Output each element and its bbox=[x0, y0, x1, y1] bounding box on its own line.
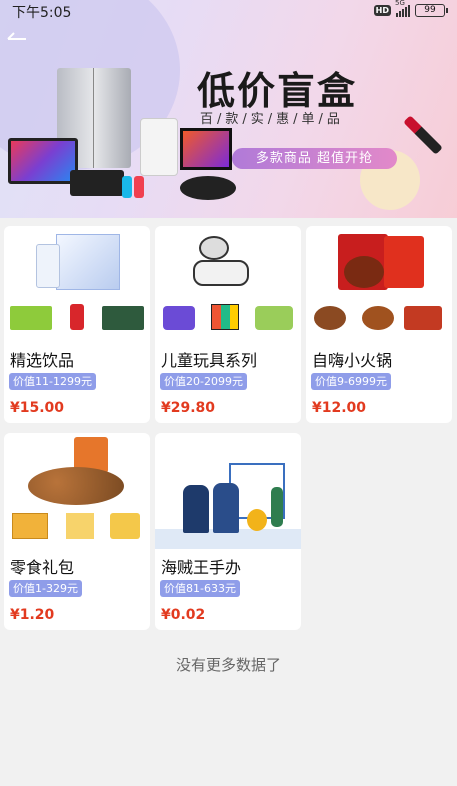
banner-title: 低价盲盒 bbox=[197, 68, 358, 113]
product-price: ¥1.20 bbox=[10, 607, 55, 623]
value-range-badge: 价值9-6999元 bbox=[311, 373, 391, 390]
product-price: ¥0.02 bbox=[161, 607, 206, 623]
product-name: 海贼王手办 bbox=[161, 558, 242, 577]
value-range-badge: 价值20-2099元 bbox=[160, 373, 247, 390]
drinks-image bbox=[4, 226, 150, 342]
robot-vacuum-illustration bbox=[180, 176, 236, 200]
product-card[interactable]: 儿童玩具系列 价值20-2099元 ¥29.80 bbox=[155, 226, 301, 423]
product-name: 自嗨小火锅 bbox=[312, 351, 393, 370]
banner-subtitle: 百/款/实/惠/单/品 bbox=[200, 112, 344, 127]
back-arrow-icon[interactable] bbox=[6, 30, 28, 48]
product-name: 儿童玩具系列 bbox=[161, 351, 258, 370]
product-price: ¥29.80 bbox=[161, 400, 216, 416]
product-grid: 精选饮品 价值11-1299元 ¥15.00 儿童玩具系列 价值20-2099元… bbox=[4, 226, 452, 630]
battery-icon: 99 bbox=[415, 4, 448, 17]
laptop-illustration bbox=[8, 138, 78, 184]
toys-image bbox=[155, 226, 301, 342]
value-range-badge: 价值81-633元 bbox=[160, 580, 240, 597]
business-illustration-image bbox=[155, 433, 301, 549]
value-range-badge: 价值1-329元 bbox=[9, 580, 82, 597]
lipstick-illustration bbox=[403, 115, 443, 155]
product-card[interactable]: 零食礼包 价值1-329元 ¥1.20 bbox=[4, 433, 150, 630]
network-type-label: 5G bbox=[395, 0, 405, 7]
game-console-illustration bbox=[70, 170, 124, 196]
battery-level: 99 bbox=[424, 5, 436, 15]
product-price: ¥12.00 bbox=[312, 400, 367, 416]
joycon-left-illustration bbox=[122, 176, 132, 198]
signal-icon: 5G bbox=[395, 0, 410, 17]
tv-illustration bbox=[180, 128, 232, 170]
status-bar: 下午5:05 HD 5G 99 bbox=[0, 0, 457, 22]
hd-icon: HD bbox=[373, 5, 391, 16]
banner-promo-pill: 多款商品 超值开抢 bbox=[232, 148, 397, 169]
product-card[interactable]: 精选饮品 价值11-1299元 ¥15.00 bbox=[4, 226, 150, 423]
end-of-list-text: 没有更多数据了 bbox=[175, 656, 281, 674]
value-range-badge: 价值11-1299元 bbox=[9, 373, 96, 390]
snacks-image bbox=[4, 433, 150, 549]
hotpot-image bbox=[306, 226, 452, 342]
joycon-right-illustration bbox=[134, 176, 144, 198]
product-name: 精选饮品 bbox=[10, 351, 75, 370]
product-card[interactable]: 海贼王手办 价值81-633元 ¥0.02 bbox=[155, 433, 301, 630]
product-price: ¥15.00 bbox=[10, 400, 65, 416]
product-name: 零食礼包 bbox=[10, 558, 75, 577]
product-card[interactable]: 自嗨小火锅 价值9-6999元 ¥12.00 bbox=[306, 226, 452, 423]
status-time: 下午5:05 bbox=[12, 5, 72, 21]
banner[interactable]: 低价盲盒 百/款/实/惠/单/品 多款商品 超值开抢 bbox=[0, 0, 457, 218]
air-purifier-illustration bbox=[140, 118, 178, 176]
